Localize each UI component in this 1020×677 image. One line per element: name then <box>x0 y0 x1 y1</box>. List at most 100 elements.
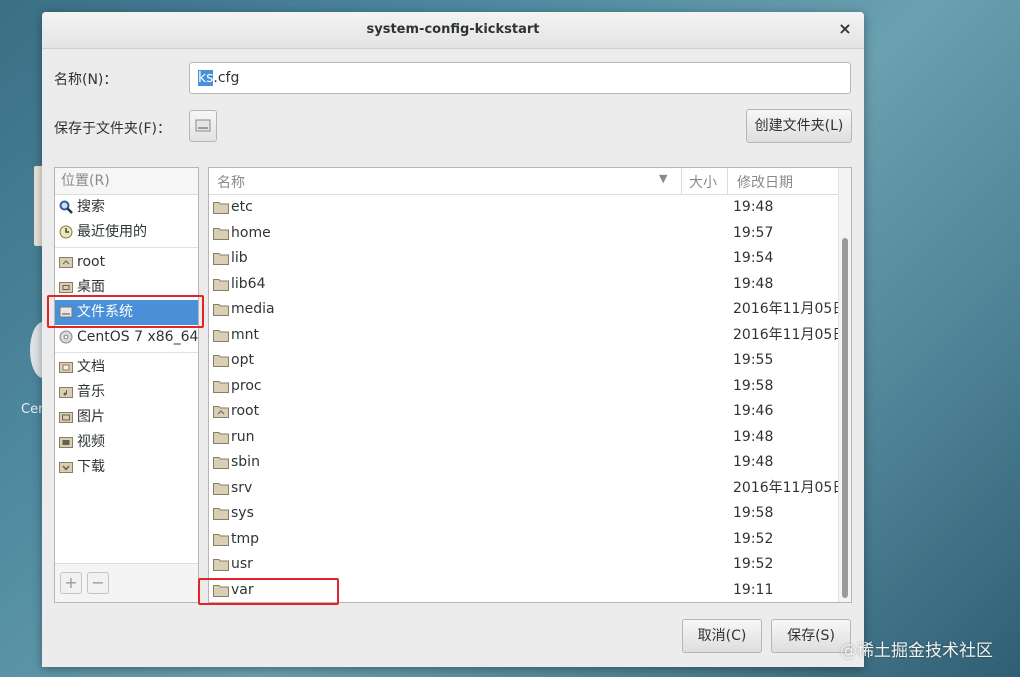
file-modified: 19:11 <box>733 581 774 598</box>
file-modified: 19:54 <box>733 250 774 266</box>
place-label: 音乐 <box>77 384 105 400</box>
file-name: sys <box>231 505 254 521</box>
place-label: CentOS 7 x86_64 <box>77 329 199 345</box>
close-icon: × <box>838 19 852 38</box>
column-header-name[interactable]: 名称 <box>217 172 245 192</box>
file-modified: 19:46 <box>733 403 774 419</box>
filename-selected-text: ks <box>198 70 214 86</box>
file-row[interactable]: usr 19:52 <box>209 552 851 578</box>
titlebar: system-config-kickstart × <box>42 12 864 49</box>
place-music[interactable]: 音乐 <box>55 380 198 405</box>
file-modified: 19:58 <box>733 377 774 394</box>
folder-icon <box>213 431 229 444</box>
file-name: mnt <box>231 326 259 343</box>
place-centos-disc[interactable]: CentOS 7 x86_64 <box>55 325 198 350</box>
file-name: sbin <box>231 454 260 470</box>
create-folder-button[interactable]: 创建文件夹(L) <box>746 109 852 143</box>
drive-icon <box>195 119 211 132</box>
save-in-label: 保存于文件夹(F)： <box>54 121 171 137</box>
scrollbar-thumb[interactable] <box>842 238 848 598</box>
file-modified: 19:52 <box>733 530 774 547</box>
file-row[interactable]: root 19:46 <box>209 399 851 425</box>
file-name: home <box>231 224 271 241</box>
place-documents[interactable]: 文档 <box>55 355 198 380</box>
folder-icon <box>59 412 73 423</box>
file-name: run <box>231 428 255 445</box>
place-search[interactable]: 搜索 <box>55 195 198 220</box>
file-row[interactable]: sys 19:58 <box>209 501 851 527</box>
file-name: opt <box>231 352 254 368</box>
download-folder-icon <box>59 462 73 473</box>
file-row[interactable]: mnt 2016年11月05日 <box>209 323 851 349</box>
column-header-modified[interactable]: 修改日期 <box>737 172 793 192</box>
add-bookmark-button[interactable]: + <box>60 572 82 594</box>
file-name: proc <box>231 377 262 394</box>
file-row[interactable]: etc 19:48 <box>209 195 851 221</box>
folder-icon <box>213 482 229 495</box>
place-filesystem[interactable]: 文件系统 <box>55 300 198 325</box>
file-row[interactable]: lib 19:54 <box>209 246 851 272</box>
close-button[interactable]: × <box>834 18 856 40</box>
sort-descending-icon: ▼ <box>659 172 668 185</box>
file-name: lib <box>231 250 248 266</box>
folder-icon <box>213 227 229 240</box>
place-recent[interactable]: 最近使用的 <box>55 220 198 245</box>
scrollbar-track[interactable] <box>838 168 851 602</box>
file-modified: 19:48 <box>733 199 774 215</box>
place-videos[interactable]: 视频 <box>55 430 198 455</box>
place-desktop[interactable]: 桌面 <box>55 275 198 300</box>
place-label: 最近使用的 <box>77 224 147 240</box>
remove-bookmark-button[interactable]: − <box>87 572 109 594</box>
place-root[interactable]: root <box>55 250 198 275</box>
file-row[interactable]: proc 19:58 <box>209 374 851 400</box>
folder-icon <box>213 278 229 291</box>
column-header-size[interactable]: 大小 <box>689 172 717 192</box>
folder-icon <box>59 387 73 398</box>
cancel-button[interactable]: 取消(C) <box>682 619 762 653</box>
folder-icon <box>213 355 229 367</box>
file-row[interactable]: tmp 19:52 <box>209 527 851 553</box>
file-row[interactable]: var 19:11 <box>209 578 851 603</box>
place-label: 文件系统 <box>77 304 133 320</box>
folder-icon <box>213 508 229 520</box>
save-dialog: system-config-kickstart × 名称(N)： ks.cfg … <box>42 12 864 667</box>
file-modified: 19:55 <box>733 352 774 368</box>
desktop-folder-icon <box>59 282 73 293</box>
folder-icon <box>213 304 229 316</box>
folder-icon <box>213 406 229 418</box>
places-divider <box>55 352 198 353</box>
place-label: root <box>77 254 106 270</box>
place-pictures[interactable]: 图片 <box>55 405 198 430</box>
folder-icon <box>213 457 229 469</box>
file-row[interactable]: home 19:57 <box>209 221 851 247</box>
file-modified: 19:48 <box>733 428 774 445</box>
place-downloads[interactable]: 下载 <box>55 455 198 480</box>
save-button[interactable]: 保存(S) <box>771 619 851 653</box>
place-label: 文档 <box>77 359 105 375</box>
file-row[interactable]: opt 19:55 <box>209 348 851 374</box>
file-row[interactable]: media 2016年11月05日 <box>209 297 851 323</box>
column-divider <box>681 168 682 194</box>
folder-icon <box>213 329 229 342</box>
file-modified: 19:48 <box>733 275 774 292</box>
file-modified: 19:52 <box>733 556 774 572</box>
file-row[interactable]: sbin 19:48 <box>209 450 851 476</box>
file-modified: 19:57 <box>733 224 774 241</box>
file-name: root <box>231 403 260 419</box>
file-row[interactable]: srv 2016年11月05日 <box>209 476 851 502</box>
file-list-header: 名称 ▼ 大小 修改日期 <box>209 168 851 195</box>
folder-icon <box>213 202 229 214</box>
name-label: 名称(N)： <box>54 72 118 88</box>
file-row[interactable]: run 19:48 <box>209 425 851 451</box>
file-name: tmp <box>231 530 260 547</box>
folder-icon <box>213 584 229 597</box>
file-name: media <box>231 301 275 317</box>
file-row[interactable]: lib64 19:48 <box>209 272 851 298</box>
filename-input[interactable]: ks.cfg <box>189 62 851 94</box>
file-list: 名称 ▼ 大小 修改日期 etc 19:48 home 19:57 lib 19:54 li… <box>208 167 852 603</box>
dialog-title: system-config-kickstart <box>366 22 540 37</box>
file-name: var <box>231 581 254 598</box>
folder-icon <box>213 253 229 265</box>
path-bar-button[interactable] <box>189 110 217 142</box>
place-label: 图片 <box>77 409 105 425</box>
